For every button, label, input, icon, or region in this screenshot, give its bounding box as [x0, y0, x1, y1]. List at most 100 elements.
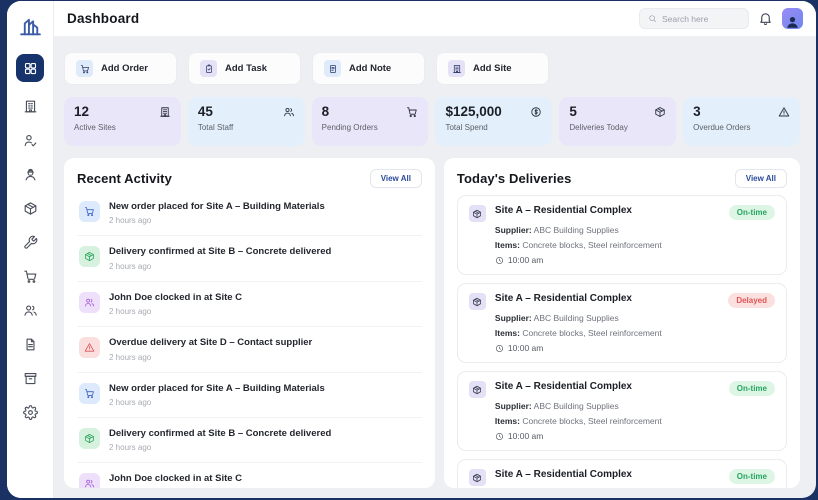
- todays-deliveries-view-all-button[interactable]: View All: [734, 169, 787, 188]
- status-badge: On-time: [728, 381, 775, 396]
- top-header: Dashboard: [54, 1, 816, 37]
- action-label: Add Task: [225, 63, 268, 74]
- dashboard-content: Add Order Add Task Add Note Add Site 12 …: [54, 37, 816, 498]
- sidebar-item[interactable]: [16, 54, 44, 82]
- activity-text: Delivery confirmed at Site B – Concrete …: [109, 246, 332, 258]
- activity-timestamp: 2 hours ago: [109, 261, 152, 271]
- delivery-site: Site A – Residential Complex: [494, 381, 632, 392]
- items-value: Concrete blocks, Steel reinforcement: [522, 416, 662, 426]
- search-box[interactable]: [639, 8, 749, 29]
- app-window: Dashboard Add Order: [7, 1, 816, 498]
- sidebar-item[interactable]: [16, 262, 44, 290]
- stat-label: Total Spend: [445, 123, 488, 132]
- sidebar-item[interactable]: [16, 364, 44, 392]
- users-icon: [283, 106, 295, 118]
- delivery-supplier-line: Supplier: ABC Building Supplies: [495, 225, 775, 235]
- activity-item[interactable]: Delivery confirmed at Site B – Concrete …: [77, 236, 422, 282]
- action-icon-chip: [324, 60, 341, 77]
- worker-icon: [23, 167, 38, 182]
- activity-timestamp: 2 hours ago: [109, 307, 152, 317]
- users-icon: [84, 297, 95, 308]
- delivery-body: Site A – Residential Complex On-time Sup…: [495, 381, 775, 441]
- sidebar-item[interactable]: [16, 398, 44, 426]
- cart-icon: [80, 64, 90, 74]
- stat-label: Deliveries Today: [569, 123, 628, 132]
- sidebar: [7, 1, 54, 498]
- sidebar-item[interactable]: [16, 330, 44, 358]
- recent-activity-view-all-button[interactable]: View All: [369, 169, 422, 188]
- quick-action-button[interactable]: Add Task: [188, 52, 301, 85]
- avatar[interactable]: [782, 8, 803, 29]
- quick-action-button[interactable]: Add Order: [64, 52, 177, 85]
- activity-item[interactable]: John Doe clocked in at Site C 2 hours ag…: [77, 463, 422, 488]
- delivery-site: Site A – Residential Complex: [494, 205, 632, 216]
- delivery-card[interactable]: Site A – Residential Complex Delayed Sup…: [456, 283, 787, 363]
- items-label: Items:: [494, 328, 520, 338]
- sidebar-item[interactable]: [16, 228, 44, 256]
- delivery-card[interactable]: Site A – Residential Complex On-time Sup…: [456, 459, 787, 488]
- gear-icon: [22, 404, 38, 420]
- delivery-card[interactable]: Site A – Residential Complex On-time Sup…: [456, 195, 787, 275]
- stat-value: 5: [569, 104, 577, 119]
- delivery-items-line: Items: Concrete blocks, Steel reinforcem…: [495, 328, 775, 338]
- activity-icon-chip: [79, 246, 100, 268]
- delivery-time: 10:00 am: [507, 431, 544, 441]
- package-icon: [472, 473, 482, 483]
- cart-icon: [84, 206, 95, 217]
- stat-card: $125,000 Total Spend: [435, 97, 553, 146]
- activity-texts: Delivery confirmed at Site B – Concrete …: [109, 428, 331, 452]
- package-icon: [654, 106, 666, 118]
- package-icon: [84, 433, 95, 444]
- activity-text: New order placed for Site A – Building M…: [109, 382, 325, 394]
- clock-icon: [495, 344, 504, 353]
- clock-icon: [495, 256, 504, 265]
- activity-item[interactable]: Delivery confirmed at Site B – Concrete …: [77, 418, 422, 464]
- delivery-title-row: Site A – Residential Complex On-time: [495, 469, 775, 484]
- sidebar-item[interactable]: [16, 194, 44, 222]
- delivery-supplier-line: Supplier: ABC Building Supplies: [495, 313, 775, 323]
- bell-icon[interactable]: [758, 11, 773, 26]
- activity-text: John Doe clocked in at Site C: [109, 473, 243, 485]
- activity-item[interactable]: Overdue delivery at Site D – Contact sup…: [77, 327, 422, 373]
- action-label: Add Note: [349, 63, 392, 74]
- sidebar-item[interactable]: [16, 126, 44, 154]
- activity-text: Overdue delivery at Site D – Contact sup…: [109, 337, 313, 349]
- delivery-icon-chip: [468, 381, 486, 398]
- task-icon: [204, 63, 214, 74]
- delivery-time-row: 10:00 am: [495, 343, 775, 353]
- dashboard-icon: [23, 61, 38, 76]
- dollar-icon: [530, 106, 542, 118]
- delivery-icon-chip: [468, 293, 486, 310]
- recent-activity-header: Recent Activity View All: [77, 169, 422, 188]
- wrench-icon: [23, 235, 38, 250]
- activity-item[interactable]: New order placed for Site A – Building M…: [77, 191, 422, 237]
- todays-deliveries-title: Today's Deliveries: [456, 171, 572, 186]
- sidebar-item[interactable]: [16, 160, 44, 188]
- stat-value: 8: [321, 104, 330, 119]
- user-check-icon: [23, 133, 38, 148]
- activity-timestamp: 2 hours ago: [109, 443, 152, 453]
- quick-action-button[interactable]: Add Site: [436, 52, 549, 85]
- quick-actions-row: Add Order Add Task Add Note Add Site: [64, 52, 800, 85]
- supplier-value: ABC Building Supplies: [533, 313, 619, 323]
- delivery-icon-chip: [468, 469, 486, 486]
- stat-label: Active Sites: [74, 123, 116, 132]
- stat-value: $125,000: [445, 104, 502, 119]
- stat-label: Overdue Orders: [693, 123, 751, 132]
- quick-action-button[interactable]: Add Note: [312, 52, 425, 85]
- delivery-card[interactable]: Site A – Residential Complex On-time Sup…: [456, 371, 787, 451]
- construction-logo-icon: [18, 13, 43, 38]
- status-badge: Delayed: [728, 293, 775, 308]
- action-icon-chip: [200, 60, 217, 77]
- activity-icon-chip: [79, 337, 100, 359]
- delivery-body: Site A – Residential Complex On-time Sup…: [495, 469, 775, 488]
- sidebar-item[interactable]: [16, 296, 44, 324]
- sidebar-nav: [7, 54, 53, 432]
- activity-item[interactable]: John Doe clocked in at Site C 2 hours ag…: [77, 282, 422, 328]
- stat-value: 12: [74, 104, 90, 119]
- activity-item[interactable]: New order placed for Site A – Building M…: [77, 373, 422, 418]
- sidebar-item[interactable]: [16, 92, 44, 120]
- search-input[interactable]: [662, 13, 740, 24]
- activity-timestamp: 2 hours ago: [109, 216, 152, 226]
- delivery-body: Site A – Residential Complex On-time Sup…: [495, 205, 775, 265]
